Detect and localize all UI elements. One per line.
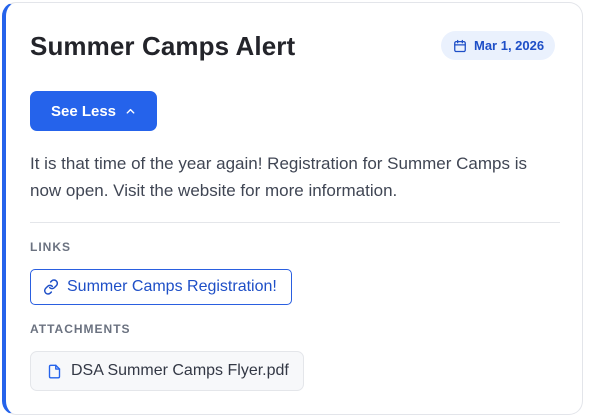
chevron-up-icon bbox=[125, 106, 136, 117]
flyer-attachment-label: DSA Summer Camps Flyer.pdf bbox=[71, 362, 289, 379]
see-less-label: See Less bbox=[50, 102, 117, 120]
calendar-icon bbox=[453, 39, 467, 53]
date-badge: Mar 1, 2026 bbox=[441, 31, 556, 60]
links-heading: LINKS bbox=[30, 240, 71, 254]
see-less-button[interactable]: See Less bbox=[30, 91, 157, 131]
announcement-title: Summer Camps Alert bbox=[30, 31, 296, 61]
link-icon bbox=[43, 279, 59, 295]
registration-link[interactable]: Summer Camps Registration! bbox=[30, 269, 292, 305]
divider bbox=[30, 222, 560, 223]
date-text: Mar 1, 2026 bbox=[474, 38, 545, 53]
attachments-heading: ATTACHMENTS bbox=[30, 322, 131, 336]
file-icon bbox=[47, 363, 62, 380]
registration-link-label: Summer Camps Registration! bbox=[67, 278, 277, 295]
flyer-attachment[interactable]: DSA Summer Camps Flyer.pdf bbox=[30, 351, 304, 391]
announcement-card: Summer Camps Alert Mar 1, 2026 See Less … bbox=[2, 2, 583, 415]
announcement-body: It is that time of the year again! Regis… bbox=[30, 154, 527, 200]
